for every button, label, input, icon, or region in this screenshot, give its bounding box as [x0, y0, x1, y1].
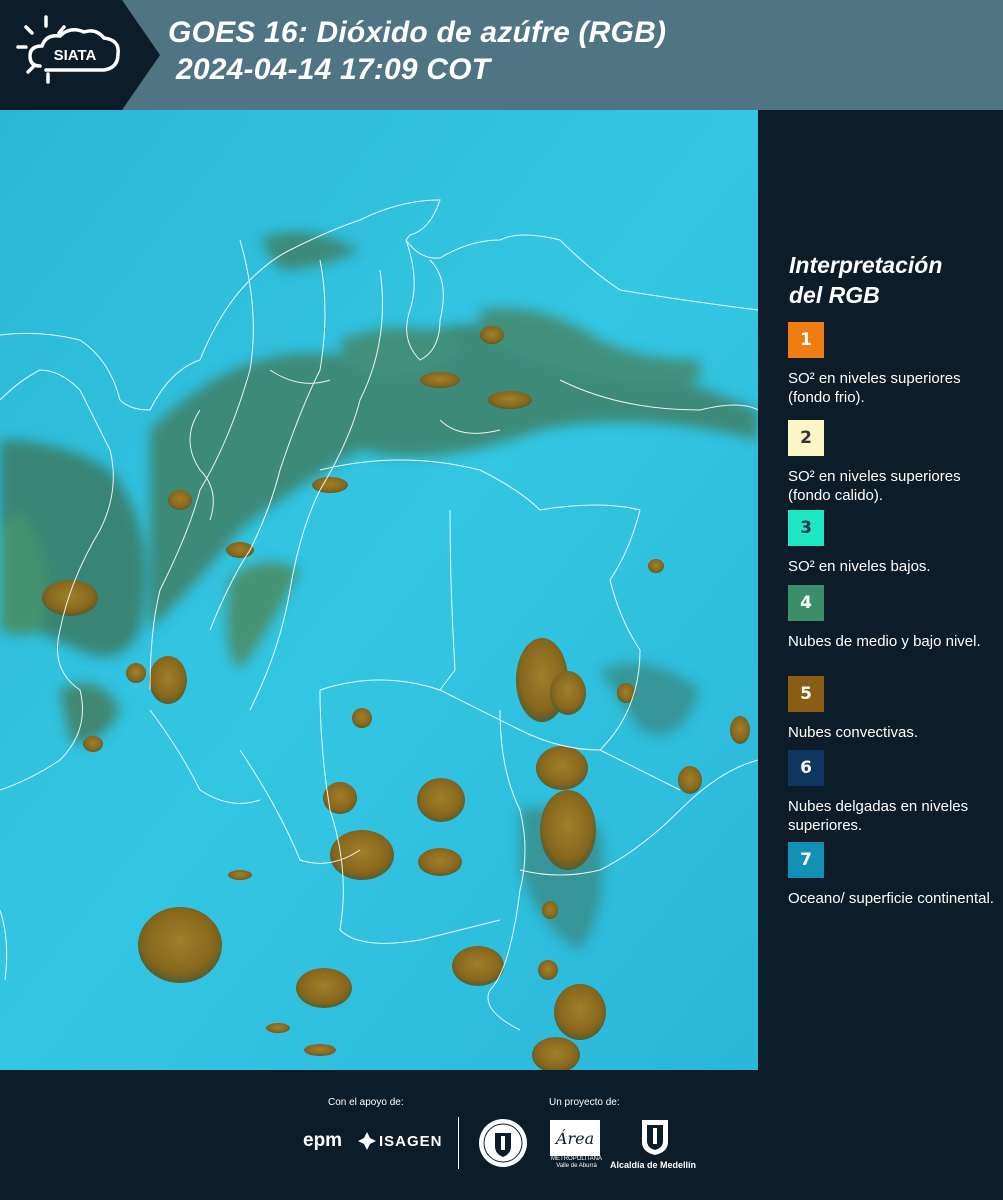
title-line-2: 2024-04-14 17:09 COT — [176, 53, 491, 86]
legend-title: Interpretación del RGB — [789, 250, 942, 310]
isagen-logo-text: ISAGEN — [379, 1132, 443, 1150]
legend-label-1: SO² en niveles superiores (fondo frio). — [788, 370, 961, 406]
legend-item-5: 5 Nubes convectivas. — [788, 676, 998, 742]
legend-item-3: 3 SO² en niveles bajos. — [788, 510, 998, 576]
legend-swatch-7: 7 — [788, 842, 824, 878]
area-metropolitana-icon: Área — [550, 1120, 600, 1156]
page-title: GOES 16: Dióxido de azúfre (RGB) 2024-04… — [168, 14, 666, 88]
header: SIATA GOES 16: Dióxido de azúfre (RGB) 2… — [0, 0, 1003, 110]
legend-panel: Interpretación del RGB 1 SO² en niveles … — [758, 110, 1003, 1070]
satellite-map — [0, 110, 758, 1070]
legend-item-7: 7 Oceano/ superficie continental. — [788, 842, 998, 908]
epm-logo: epm — [303, 1130, 342, 1152]
legend-item-2: 2 SO² en niveles superiores (fondo calid… — [788, 420, 998, 505]
medellin-seal-icon — [479, 1119, 527, 1167]
legend-label-4: Nubes de medio y bajo nivel. — [788, 633, 981, 650]
alcaldia-shield-icon — [642, 1120, 668, 1155]
legend-label-5: Nubes convectivas. — [788, 724, 919, 741]
legend-swatch-2: 2 — [788, 420, 824, 456]
legend-item-1: 1 SO² en niveles superiores (fondo frio)… — [788, 322, 998, 407]
legend-label-3: SO² en niveles bajos. — [788, 558, 931, 575]
project-label: Un proyecto de: — [549, 1097, 620, 1108]
footer-divider — [458, 1117, 459, 1169]
legend-swatch-1: 1 — [788, 322, 824, 358]
siata-logo-text: SIATA — [54, 47, 97, 64]
legend-swatch-5: 5 — [788, 676, 824, 712]
area-metropolitana-text: METROPOLITANA Valle de Aburrá — [551, 1156, 602, 1169]
legend-label-2: SO² en niveles superiores (fondo calido)… — [788, 468, 961, 504]
legend-item-4: 4 Nubes de medio y bajo nivel. — [788, 585, 998, 651]
legend-swatch-4: 4 — [788, 585, 824, 621]
legend-label-6: Nubes delgadas en niveles superiores. — [788, 798, 969, 834]
legend-swatch-6: 6 — [788, 750, 824, 786]
legend-title-line-1: Interpretación — [789, 252, 943, 278]
legend-swatch-3: 3 — [788, 510, 824, 546]
isagen-logo: ISAGEN — [358, 1132, 443, 1150]
legend-title-line-2: del RGB — [789, 282, 880, 308]
isagen-icon — [358, 1132, 376, 1150]
area-logo-script: Área — [554, 1128, 594, 1148]
support-label: Con el apoyo de: — [328, 1097, 404, 1108]
epm-logo-text: epm — [303, 1130, 343, 1151]
title-line-1: GOES 16: Dióxido de azúfre (RGB) — [168, 16, 667, 49]
legend-item-6: 6 Nubes delgadas en niveles superiores. — [788, 750, 998, 835]
siata-logo: SIATA — [0, 0, 160, 110]
legend-label-7: Oceano/ superficie continental. — [788, 890, 994, 907]
footer: Con el apoyo de: Un proyecto de: epm ISA… — [0, 1070, 1003, 1200]
alcaldia-text: Alcaldía de Medellín — [610, 1160, 697, 1170]
